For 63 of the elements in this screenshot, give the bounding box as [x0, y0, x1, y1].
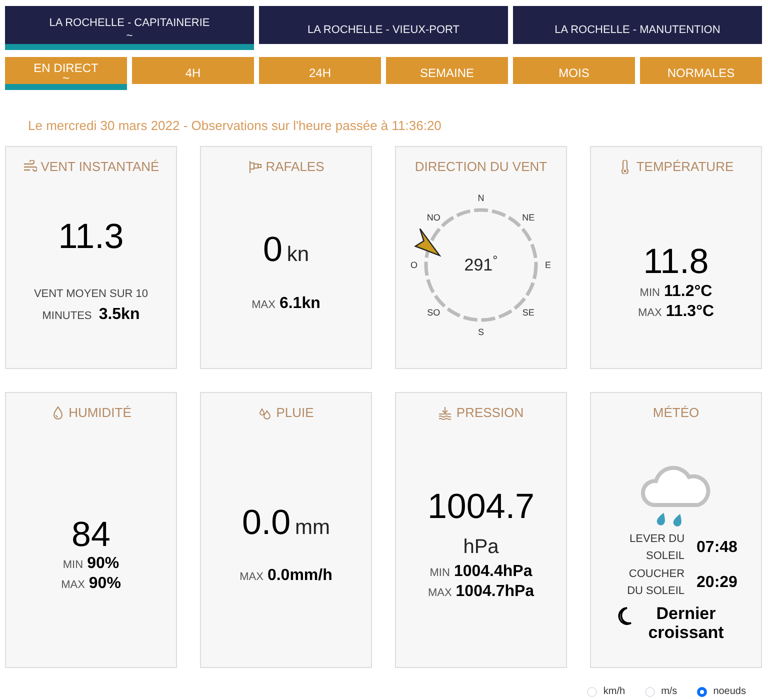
- compass-point: O: [410, 260, 418, 270]
- reading-value: 11.3: [58, 216, 124, 256]
- card-title: VENT INSTANTANÉ: [40, 158, 160, 176]
- compass-point: NE: [522, 212, 535, 223]
- compass-point: NO: [426, 212, 440, 223]
- card-title: MÉTÉO: [652, 404, 700, 422]
- compass-point: N: [478, 193, 484, 204]
- wind-icon: [22, 160, 37, 174]
- reading-value: 0.0: [242, 502, 291, 542]
- unit-label: mm: [295, 516, 330, 538]
- stat-value: 6.1kn: [279, 294, 320, 312]
- stat-label: MAX: [240, 571, 264, 583]
- stat-value: 11.2°C: [664, 282, 712, 300]
- average-wind-text: VENT MOYEN SUR 10 MINUTES 3.5kn: [32, 287, 150, 325]
- reading-value: 0: [262, 230, 282, 269]
- sun-time-value: 20:29: [696, 573, 738, 594]
- stat-value: 11.3°C: [666, 302, 714, 320]
- stat-label: MAX: [638, 306, 662, 318]
- stat-value: 1004.4hPa: [454, 563, 532, 580]
- unit-label: kn: [286, 243, 310, 266]
- stat-value: 1004.7hPa: [456, 583, 534, 600]
- card-title: TEMPÉRATURE: [636, 158, 734, 176]
- wind-arrow: [414, 228, 442, 258]
- card-title: PRESSION: [456, 404, 524, 422]
- unit-option-label[interactable]: noeuds: [713, 684, 746, 699]
- pressure-icon: [438, 406, 452, 420]
- observation-timestamp: Le mercredi 30 mars 2022 - Observations sur l'heure passée à 11:36:20: [28, 117, 442, 135]
- stat-label: MAX: [428, 587, 452, 599]
- card-title: HUMIDITÉ: [68, 404, 132, 422]
- station-tab[interactable]: LA ROCHELLE - CAPITAINERIE ~: [5, 6, 254, 50]
- drops-icon: [258, 406, 272, 420]
- moon-icon: [616, 606, 632, 625]
- card-title: RAFALES: [266, 158, 324, 176]
- stat-label: MIN: [62, 559, 84, 571]
- stat-value: 90%: [88, 575, 121, 592]
- compass-point: E: [545, 260, 551, 270]
- direction-reading: 291$^{°}$: [464, 254, 498, 276]
- card-title: DIRECTION DU VENT: [414, 158, 548, 176]
- stat-label: MAX: [252, 298, 276, 310]
- sun-time-value: 07:48: [696, 538, 738, 558]
- unit-label: hPa: [463, 535, 499, 560]
- compass-point: SO: [427, 308, 440, 318]
- sun-time-label: LEVER DU SOLEIL: [628, 532, 685, 564]
- drop-icon: [50, 406, 65, 420]
- stat-label: MIN: [430, 567, 450, 579]
- unit-option-label[interactable]: km/h: [603, 684, 626, 699]
- reading-value: 11.8: [643, 242, 709, 281]
- reading-value: 1004.7: [427, 486, 535, 526]
- sun-time-label: COUCHER DU SOLEIL: [626, 566, 685, 600]
- unit-option-label[interactable]: m/s: [661, 684, 678, 699]
- card-title: PLUIE: [276, 404, 314, 422]
- station-tab[interactable]: LA ROCHELLE - VIEUX-PORT: [259, 6, 508, 44]
- stat-label: MAX: [61, 579, 85, 591]
- unit-radio[interactable]: [697, 686, 708, 696]
- compass-point: SE: [522, 308, 534, 318]
- windsock-icon: [248, 160, 262, 174]
- stat-value: 90%: [87, 555, 120, 572]
- moon-phase: Dernier croissant: [647, 604, 725, 642]
- compass-point: S: [478, 327, 484, 338]
- stat-value: 0.0mm/h: [267, 567, 332, 584]
- stat-label: MIN: [640, 286, 660, 298]
- reading-value: 84: [72, 514, 110, 554]
- station-tab[interactable]: LA ROCHELLE - MANUTENTION: [513, 6, 762, 44]
